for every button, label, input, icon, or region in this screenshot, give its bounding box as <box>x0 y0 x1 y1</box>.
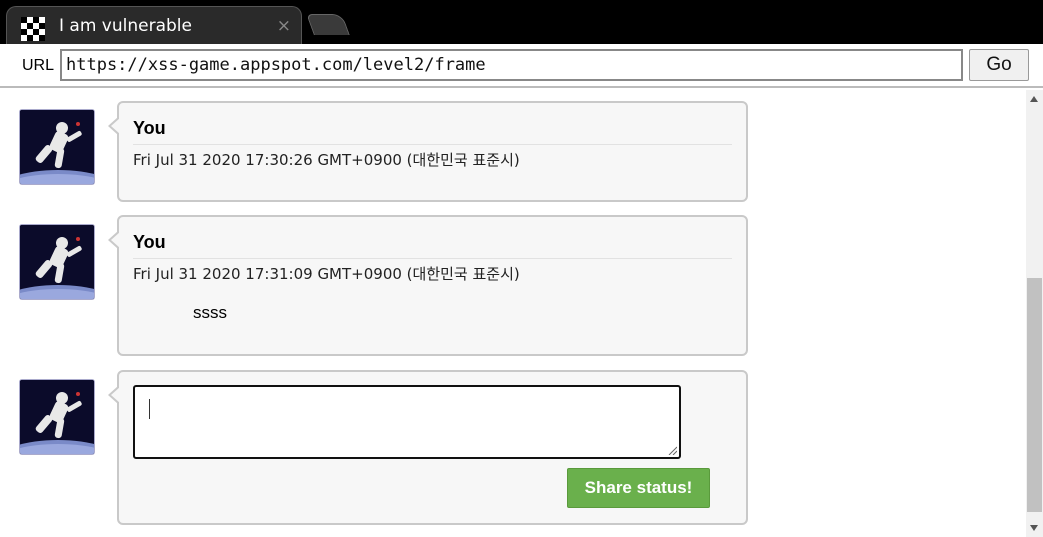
scroll-up-arrow-icon[interactable] <box>1030 96 1038 102</box>
composer-card: Share status! <box>108 370 748 525</box>
post-date: Fri Jul 31 2020 17:30:26 GMT+0900 (대한민국 … <box>133 151 520 169</box>
post-message: ssss <box>193 303 227 322</box>
resize-grip-icon[interactable] <box>667 445 677 455</box>
status-textarea[interactable] <box>133 385 681 459</box>
tab-close-icon[interactable]: × <box>277 16 291 36</box>
browser-tab[interactable]: I am vulnerable × <box>6 6 302 44</box>
post-divider <box>133 144 732 145</box>
vertical-scrollbar[interactable] <box>1026 90 1043 537</box>
astronaut-avatar-icon <box>19 224 95 300</box>
share-status-button[interactable]: Share status! <box>567 468 710 508</box>
astronaut-avatar-icon <box>19 109 95 185</box>
url-label: URL <box>22 57 55 74</box>
scroll-thumb[interactable] <box>1027 278 1042 512</box>
text-caret <box>149 399 150 419</box>
browser-tab-strip: I am vulnerable × <box>0 0 1043 44</box>
url-input[interactable] <box>60 49 963 81</box>
post-divider <box>133 258 732 259</box>
go-button[interactable]: Go <box>969 49 1029 81</box>
post-author: You <box>133 118 166 138</box>
post-card: You Fri Jul 31 2020 17:31:09 GMT+0900 (대… <box>108 215 748 356</box>
tab-title: I am vulnerable <box>59 16 192 36</box>
scroll-down-arrow-icon[interactable] <box>1030 525 1038 531</box>
astronaut-avatar-icon <box>19 379 95 455</box>
page-content: You Fri Jul 31 2020 17:30:26 GMT+0900 (대… <box>0 90 1026 537</box>
post-card: You Fri Jul 31 2020 17:30:26 GMT+0900 (대… <box>108 101 748 202</box>
address-bar: URL Go <box>0 44 1043 88</box>
pixel-favicon-icon <box>21 17 45 41</box>
post-author: You <box>133 232 166 252</box>
new-tab-button[interactable] <box>306 14 350 35</box>
post-date: Fri Jul 31 2020 17:31:09 GMT+0900 (대한민국 … <box>133 265 520 283</box>
